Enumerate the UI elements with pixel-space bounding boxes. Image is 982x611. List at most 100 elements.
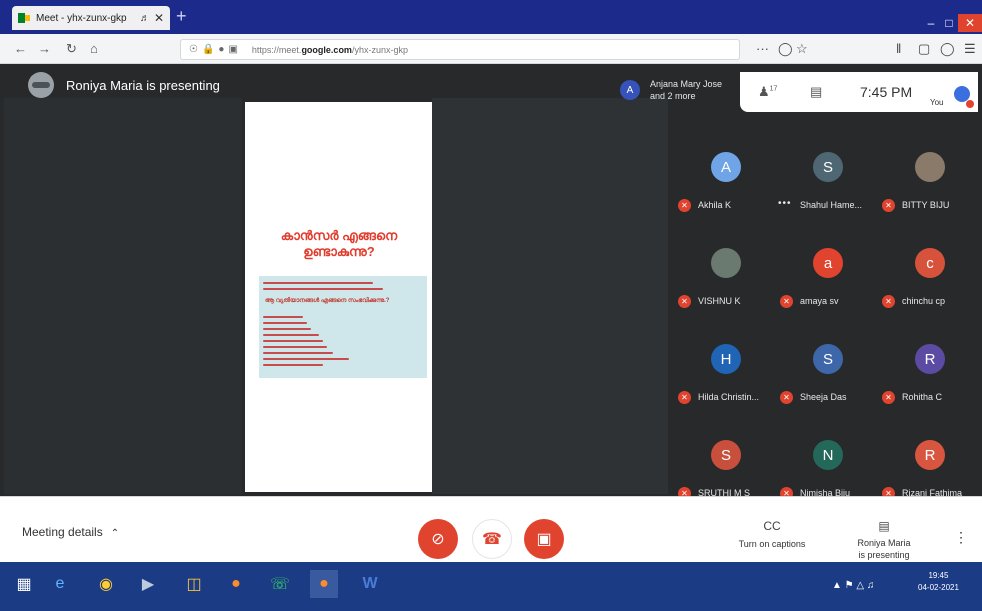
meet-header-card: ♟17 ▤ 7:45 PM You bbox=[740, 72, 978, 112]
slide-heading: കാൻസർ എങ്ങനെ ഉണ്ടാകുന്നു? bbox=[259, 228, 419, 260]
close-window-button[interactable]: ✕ bbox=[958, 14, 982, 32]
back-arrow-icon[interactable]: ← bbox=[14, 41, 27, 56]
mic-muted-icon: ✕ bbox=[780, 295, 793, 308]
participant-name: amaya sv bbox=[800, 296, 839, 306]
bookmark-star-icon[interactable]: ☆ bbox=[796, 41, 808, 57]
slide-subheading: ആ വ്യതിയാനങ്ങൾ എങ്ങനെ സംഭവിക്കുന്നു.? bbox=[265, 298, 390, 304]
slide-heading-line1: കാൻസർ എങ്ങനെ bbox=[280, 228, 398, 243]
captions-label: Turn on captions bbox=[738, 539, 806, 549]
participant-avatar: a bbox=[813, 248, 843, 278]
sidebar-icon[interactable]: ▢ bbox=[918, 41, 930, 57]
participant-name: Sheeja Das bbox=[800, 392, 847, 402]
recent-joiners: A Anjana Mary Jose and 2 more bbox=[620, 78, 722, 102]
presenting-button[interactable]: ▤ Roniya Maria is presenting bbox=[834, 519, 934, 561]
participant-name: VISHNU K bbox=[698, 296, 741, 306]
meet-favicon-icon bbox=[18, 13, 30, 23]
chevron-up-icon: ⌃ bbox=[110, 528, 120, 539]
mic-muted-icon: ✕ bbox=[882, 199, 895, 212]
slide-heading-line2: ഉണ്ടാകുന്നു? bbox=[303, 244, 375, 259]
meet-stage: Roniya Maria is presenting കാൻസർ എങ്ങനെ … bbox=[0, 64, 982, 500]
firefox-active-icon[interactable]: ● bbox=[310, 570, 338, 598]
url-domain: google.com bbox=[301, 44, 352, 55]
tab-title: Meet - yhx-zunx-gkp bbox=[36, 12, 127, 24]
taskbar-clock[interactable]: 19:45 04-02-2021 bbox=[918, 570, 959, 594]
participant-tile[interactable]: a ✕ amaya sv bbox=[776, 248, 880, 336]
internet-explorer-icon[interactable]: e bbox=[46, 570, 74, 598]
participant-avatar: A bbox=[711, 152, 741, 182]
whatsapp-icon[interactable]: ☏ bbox=[266, 570, 294, 598]
hamburger-menu-icon[interactable]: ☰ bbox=[964, 41, 976, 57]
browser-tab-bar: Meet - yhx-zunx-gkp ♬ ✕ + – □ ✕ bbox=[0, 0, 982, 34]
presentation-margin-right bbox=[432, 98, 668, 494]
firefox-icon[interactable]: ● bbox=[222, 570, 250, 598]
account-icon[interactable]: ◯ bbox=[940, 41, 955, 57]
slide-content: ആ വ്യതിയാനങ്ങൾ എങ്ങനെ സംഭവിക്കുന്നു.? bbox=[259, 276, 427, 378]
site-info-icon[interactable]: ☉🔒●▣ bbox=[189, 44, 242, 55]
joined-line2: and 2 more bbox=[650, 91, 696, 101]
windows-taskbar: ▦ e ◉ ▶ ◫ ● ☏ ● W ▲ ⚑ △ ♫ 19:45 04-02-20… bbox=[0, 562, 982, 611]
more-options-icon[interactable]: ⋮ bbox=[954, 529, 968, 546]
screen: Meet - yhx-zunx-gkp ♬ ✕ + – □ ✕ ← → ↻ ⌂ … bbox=[0, 0, 982, 611]
participant-tile[interactable]: S ••• Shahul Hame... bbox=[776, 152, 880, 240]
chat-icon[interactable]: ▤ bbox=[810, 84, 822, 100]
system-tray-icons[interactable]: ▲ ⚑ △ ♫ bbox=[832, 580, 874, 591]
close-tab-icon[interactable]: ✕ bbox=[154, 11, 164, 25]
clock-date: 04-02-2021 bbox=[918, 583, 959, 592]
reload-icon[interactable]: ↻ bbox=[66, 41, 77, 57]
meeting-details-button[interactable]: Meeting details ⌃ bbox=[22, 525, 119, 539]
people-icon[interactable]: ♟17 bbox=[758, 84, 777, 100]
address-bar[interactable]: ☉🔒●▣ https://meet. google.com/yhx-zunx-gk… bbox=[180, 39, 740, 60]
participant-tile[interactable]: R ✕ Rohitha C bbox=[878, 344, 982, 432]
leave-call-button[interactable]: ☎ bbox=[472, 519, 512, 559]
present-screen-icon: ▤ bbox=[878, 519, 890, 533]
participant-avatar: R bbox=[915, 344, 945, 374]
word-icon[interactable]: W bbox=[356, 570, 384, 598]
pocket-icon[interactable]: ◯ bbox=[778, 41, 793, 57]
participant-tile[interactable]: ✕ BITTY BIJU bbox=[878, 152, 982, 240]
participant-avatar: N bbox=[813, 440, 843, 470]
participant-tile[interactable]: ✕ VISHNU K bbox=[674, 248, 778, 336]
maximize-window-button[interactable]: □ bbox=[940, 14, 958, 32]
camera-off-icon: ▣ bbox=[536, 531, 552, 548]
library-icon[interactable]: ‖ bbox=[896, 41, 901, 56]
windows-start-icon[interactable]: ▦ bbox=[10, 570, 38, 598]
participant-avatar: S bbox=[813, 152, 843, 182]
captions-button[interactable]: CC Turn on captions bbox=[728, 519, 816, 549]
page-actions-icon[interactable]: ··· bbox=[756, 41, 769, 56]
participant-name: Shahul Hame... bbox=[800, 200, 863, 210]
home-icon[interactable]: ⌂ bbox=[90, 41, 98, 56]
participant-tile[interactable]: A ✕ Akhila K bbox=[674, 152, 778, 240]
mic-muted-icon: ✕ bbox=[678, 391, 691, 404]
participant-name: Akhila K bbox=[698, 200, 732, 210]
presentation-margin-left bbox=[4, 98, 242, 494]
file-explorer-icon[interactable]: ◫ bbox=[180, 570, 208, 598]
camera-off-button[interactable]: ▣ bbox=[524, 519, 564, 559]
speaker-icon[interactable]: ♬ bbox=[140, 13, 150, 24]
participant-name: Rohitha C bbox=[902, 392, 943, 402]
forward-arrow-icon[interactable]: → bbox=[38, 41, 51, 56]
meet-bottom-bar: Meeting details ⌃ ⊘ ☎ ▣ CC Turn on captio… bbox=[0, 496, 982, 562]
participant-tile[interactable]: S ✕ Sheeja Das bbox=[776, 344, 880, 432]
chrome-icon[interactable]: ◉ bbox=[92, 570, 120, 598]
minimize-window-button[interactable]: – bbox=[922, 14, 940, 32]
mic-muted-icon: ✕ bbox=[780, 391, 793, 404]
participant-avatar: S bbox=[813, 344, 843, 374]
participant-avatar: S bbox=[711, 440, 741, 470]
participant-tile[interactable]: H ✕ Hilda Christin... bbox=[674, 344, 778, 432]
participant-name: chinchu cp bbox=[902, 296, 946, 306]
joined-avatar: A bbox=[620, 80, 640, 100]
meeting-time: 7:45 PM bbox=[860, 84, 913, 100]
participant-tile[interactable]: c ✕ chinchu cp bbox=[878, 248, 982, 336]
mic-off-button[interactable]: ⊘ bbox=[418, 519, 458, 559]
participant-name: Hilda Christin... bbox=[698, 392, 760, 402]
browser-tab-meet[interactable]: Meet - yhx-zunx-gkp ♬ ✕ bbox=[12, 6, 170, 30]
mic-muted-icon: ✕ bbox=[882, 295, 895, 308]
url-prefix: https://meet. bbox=[251, 44, 302, 55]
mic-off-icon: ⊘ bbox=[431, 531, 445, 548]
new-tab-button[interactable]: + bbox=[176, 6, 187, 27]
you-label: You bbox=[930, 98, 944, 107]
url-path: /yhx-zunx-gkp bbox=[351, 44, 408, 55]
presenting-line1: Roniya Maria bbox=[857, 538, 911, 548]
mic-muted-icon: ✕ bbox=[678, 199, 691, 212]
media-player-icon[interactable]: ▶ bbox=[134, 570, 162, 598]
